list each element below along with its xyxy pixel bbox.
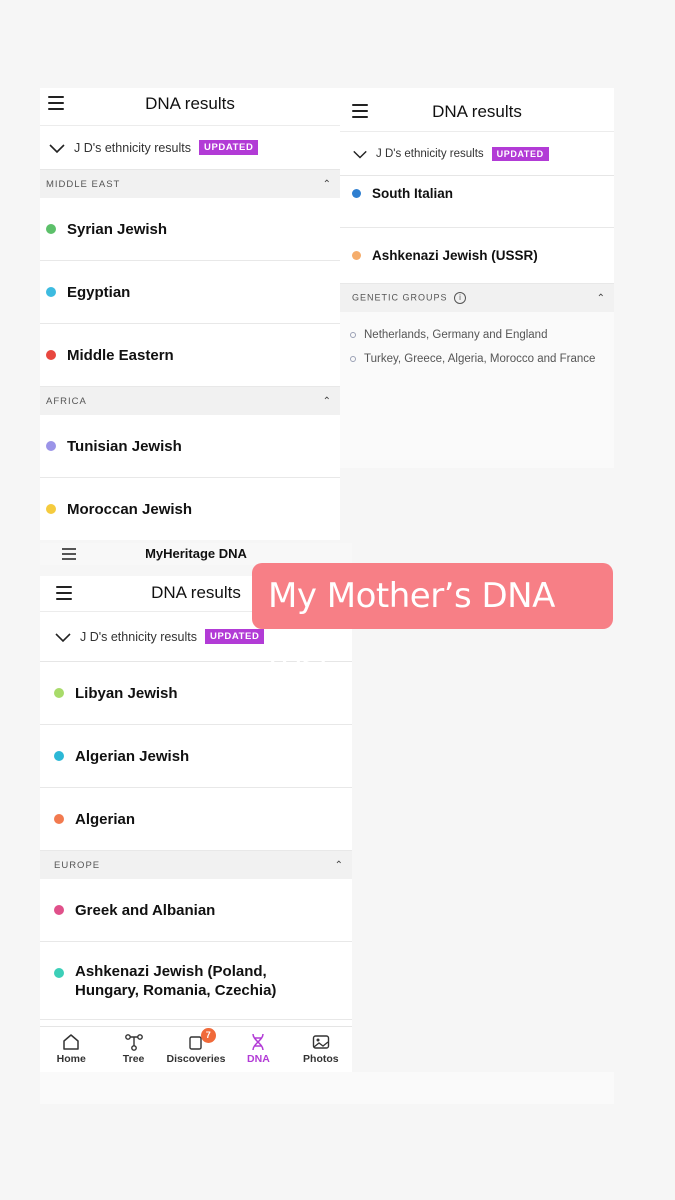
tab-photos[interactable]: Photos — [290, 1027, 352, 1072]
ethnicity-name: Ashkenazi Jewish (USSR) — [372, 248, 538, 263]
list-item[interactable]: Algerian Jewish — [40, 725, 352, 788]
app-title: MyHeritage DNA — [145, 546, 247, 561]
color-dot — [54, 751, 64, 761]
bottom-tab-bar: Home Tree 7 Discoveries DNA Photos — [40, 1026, 352, 1072]
tree-icon — [124, 1034, 143, 1051]
section-title: EUROPE — [54, 859, 101, 871]
tab-label: Photos — [303, 1053, 339, 1065]
chevron-down-icon — [49, 143, 65, 153]
section-title: AFRICA — [46, 395, 87, 407]
ethnicity-name: Tunisian Jewish — [67, 437, 182, 455]
ethnicity-name: Egyptian — [67, 283, 131, 301]
list-item[interactable]: Greek and Albanian — [40, 879, 352, 942]
color-dot — [352, 189, 361, 198]
list-item[interactable]: Syrian Jewish — [40, 198, 340, 261]
header: DNA results — [40, 88, 340, 126]
ethnicity-name: Syrian Jewish — [67, 220, 168, 238]
chevron-down-icon — [55, 632, 71, 642]
page-title: DNA results — [145, 94, 235, 113]
ethnicity-name: Greek and Albanian — [75, 901, 216, 919]
section-title: GENETIC GROUPS i — [352, 292, 467, 304]
list-item[interactable]: South Italian — [340, 176, 614, 228]
updated-badge: UPDATED — [205, 629, 265, 644]
chevron-up-icon: ⌃ — [596, 292, 606, 304]
color-dot — [46, 350, 56, 360]
ethnicity-label: J D's ethnicity results — [376, 147, 484, 160]
ethnicity-name: Ashkenazi Jewish (Poland, Hungary, Roman… — [75, 962, 277, 999]
genetic-groups-list: Netherlands, Germany and England Turkey,… — [340, 312, 614, 368]
updated-badge: UPDATED — [199, 140, 259, 155]
ethnicity-results-toggle[interactable]: J D's ethnicity results UPDATED — [40, 126, 340, 170]
genetic-group-item[interactable]: Turkey, Greece, Algeria, Morocco and Fra… — [350, 350, 604, 368]
color-dot — [54, 688, 64, 698]
ethnicity-name: Algerian — [75, 810, 136, 828]
dna-icon — [252, 1033, 265, 1051]
color-dot — [46, 441, 56, 451]
list-item[interactable]: Tunisian Jewish — [40, 415, 340, 478]
color-dot — [54, 905, 64, 915]
genetic-group-item[interactable]: Netherlands, Germany and England — [350, 326, 604, 344]
ethnicity-label: J D's ethnicity results — [74, 140, 192, 155]
chevron-up-icon: ⌃ — [322, 178, 332, 190]
dna-results-panel-1: DNA results J D's ethnicity results UPDA… — [40, 88, 340, 540]
ethnicity-name: South Italian — [372, 186, 453, 201]
color-dot — [54, 814, 64, 824]
list-item[interactable]: Ashkenazi Jewish (USSR) — [340, 228, 614, 284]
page-title: DNA results — [432, 102, 522, 121]
color-dot — [46, 504, 56, 514]
section-header-genetic-groups[interactable]: GENETIC GROUPS i ⌃ — [340, 284, 614, 312]
section-header-middle-east[interactable]: MIDDLE EAST ⌃ — [40, 170, 340, 198]
dna-results-panel-2: DNA results J D's ethnicity results UPDA… — [340, 88, 614, 468]
chevron-up-icon: ⌃ — [322, 395, 332, 407]
list-item[interactable]: Ashkenazi Jewish (Poland, Hungary, Roman… — [40, 942, 352, 1020]
tab-dna[interactable]: DNA — [227, 1027, 289, 1072]
tab-label: Tree — [122, 1053, 145, 1065]
myheritage-header: MyHeritage DNA — [40, 543, 352, 565]
tab-tree[interactable]: Tree — [102, 1027, 164, 1072]
chevron-up-icon: ⌃ — [334, 859, 344, 871]
chevron-down-icon — [353, 150, 367, 159]
group-marker-icon — [350, 356, 356, 362]
ethnicity-name: Algerian Jewish — [75, 747, 190, 765]
tab-discoveries[interactable]: 7 Discoveries — [165, 1027, 227, 1072]
ethnicity-name: Middle Eastern — [67, 346, 174, 364]
list-item[interactable]: Moroccan Jewish — [40, 478, 340, 540]
list-item[interactable]: Middle Eastern — [40, 324, 340, 387]
ethnicity-results-toggle[interactable]: J D's ethnicity results UPDATED — [340, 132, 614, 176]
background-strip — [40, 1072, 614, 1104]
color-dot — [54, 968, 64, 978]
section-header-africa[interactable]: AFRICA ⌃ — [40, 387, 340, 415]
section-title: MIDDLE EAST — [46, 178, 121, 190]
ethnicity-name: Libyan Jewish — [75, 684, 178, 702]
info-icon[interactable]: i — [454, 292, 467, 304]
color-dot — [352, 251, 361, 260]
tab-label: Discoveries — [166, 1053, 226, 1065]
ethnicity-name: Moroccan Jewish — [67, 500, 193, 518]
section-header-europe[interactable]: EUROPE ⌃ — [40, 851, 352, 879]
photos-icon — [312, 1035, 330, 1049]
tab-label: DNA — [247, 1053, 270, 1065]
tab-home[interactable]: Home — [40, 1027, 102, 1072]
home-icon — [63, 1034, 79, 1050]
color-dot — [46, 224, 56, 234]
tab-label: Home — [56, 1053, 86, 1065]
updated-badge: UPDATED — [491, 146, 549, 161]
ethnicity-label: J D's ethnicity results — [80, 629, 198, 644]
list-item[interactable]: Egyptian — [40, 261, 340, 324]
color-dot — [46, 287, 56, 297]
list-item[interactable]: Algerian — [40, 788, 352, 851]
caption-sticker: My Mother’s DNA test — [252, 563, 613, 682]
header: DNA results — [340, 88, 614, 132]
group-marker-icon — [350, 332, 356, 338]
notification-badge: 7 — [200, 1028, 216, 1043]
